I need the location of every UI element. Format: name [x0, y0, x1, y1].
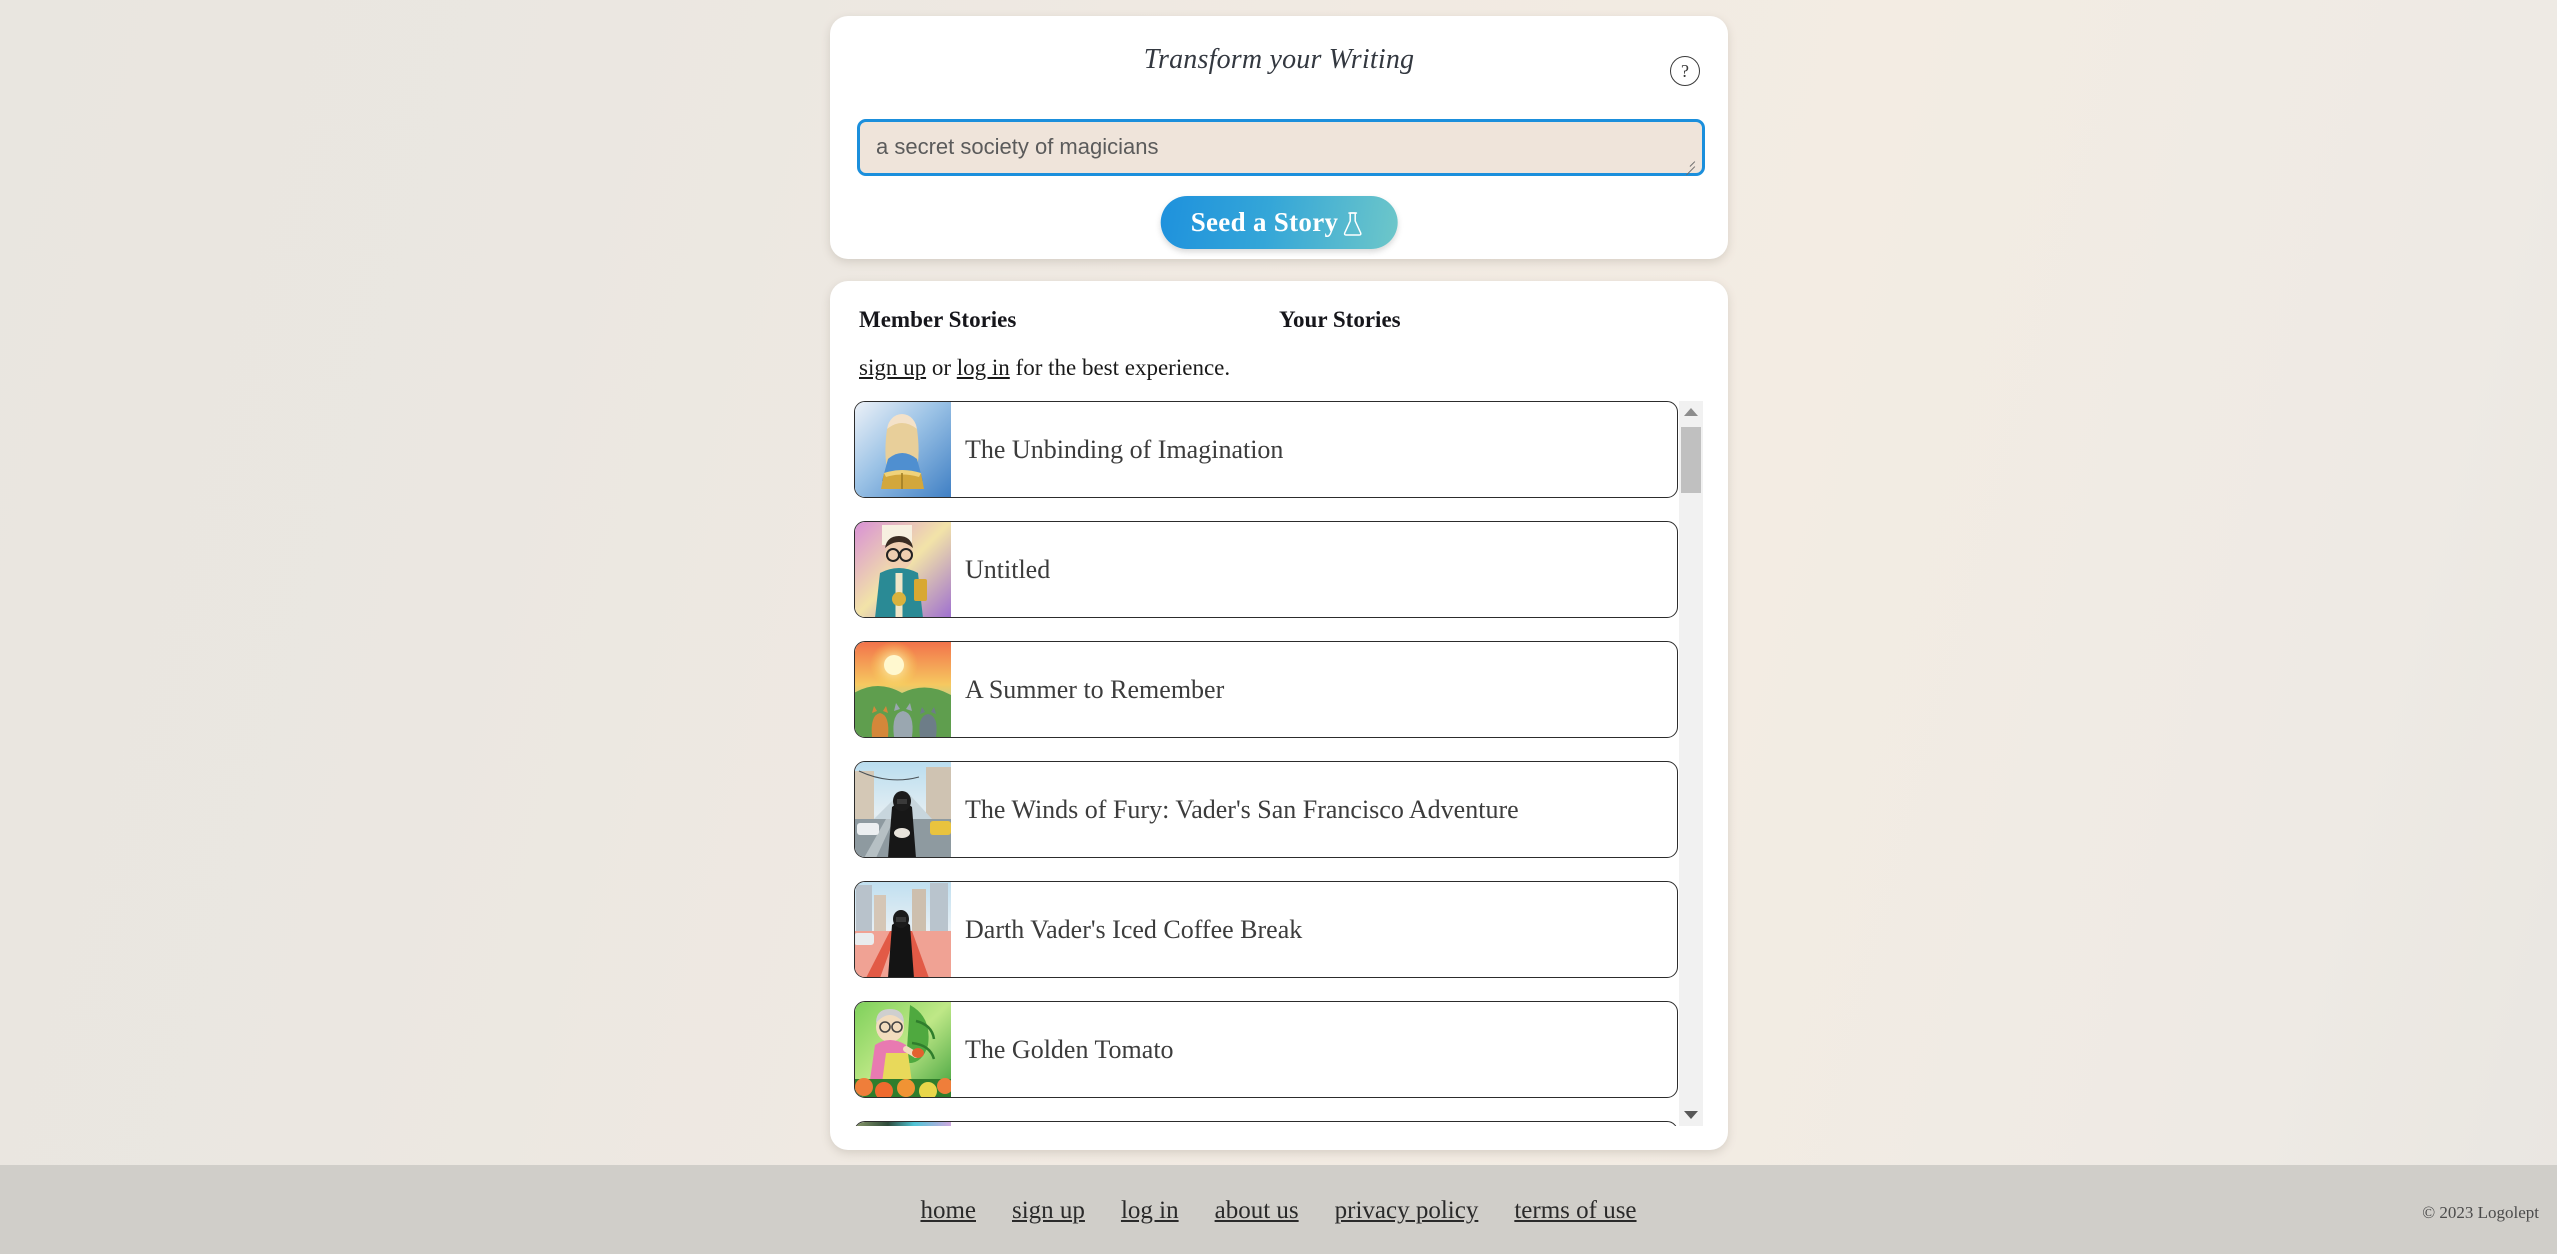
footer-link-log-in[interactable]: log in [1121, 1197, 1179, 1224]
story-title: The Golden Tomato [965, 1034, 1174, 1064]
footer-link-about-us[interactable]: about us [1215, 1197, 1299, 1224]
footer-links: home sign up log in about us privacy policy t… [0, 1197, 2557, 1225]
help-icon-glyph: ? [1681, 61, 1689, 81]
auth-tail: for the best experience. [1009, 355, 1231, 380]
story-title: Untitled [965, 554, 1051, 584]
auth-prompt: sign up or log in for the best experienc… [859, 355, 1230, 381]
stories-card: Member Stories Your Stories sign up or l… [830, 281, 1728, 1150]
story-row[interactable] [854, 1121, 1678, 1126]
scrollbar-thumb[interactable] [1681, 427, 1701, 493]
footer-link-sign-up[interactable]: sign up [1012, 1197, 1085, 1224]
story-row[interactable]: Untitled [854, 521, 1678, 618]
copyright-text: © 2023 Logolept [2422, 1203, 2539, 1222]
story-list: The Unbinding of Imagination Untitled A [854, 401, 1704, 1126]
story-row[interactable]: The Unbinding of Imagination [854, 401, 1678, 498]
seed-a-story-button[interactable]: Seed a Story [1160, 196, 1398, 249]
tab-your-stories[interactable]: Your Stories [1279, 307, 1401, 333]
prompt-input[interactable] [857, 119, 1705, 176]
story-thumbnail [855, 402, 951, 497]
page-root: Transform your Writing ? Seed a Story Me… [0, 0, 2557, 1165]
page-title: Transform your Writing [1143, 44, 1415, 75]
story-thumbnail [855, 522, 951, 617]
story-thumbnail [855, 1002, 951, 1097]
prompt-card: Transform your Writing ? Seed a Story [830, 16, 1728, 259]
seed-a-story-label: Seed a Story [1190, 207, 1339, 237]
auth-separator: or [926, 355, 957, 380]
story-title: The Unbinding of Imagination [965, 434, 1284, 464]
signup-link[interactable]: sign up [859, 355, 926, 380]
flask-icon [1341, 211, 1363, 237]
scroll-up-button[interactable] [1679, 401, 1703, 423]
story-list-scrollbar[interactable] [1679, 401, 1703, 1126]
story-row[interactable]: A Summer to Remember [854, 641, 1678, 738]
tab-member-stories[interactable]: Member Stories [859, 307, 1016, 333]
chevron-up-icon [1684, 408, 1698, 416]
story-list-viewport: The Unbinding of Imagination Untitled A [854, 401, 1680, 1126]
footer-link-privacy-policy[interactable]: privacy policy [1335, 1197, 1479, 1224]
story-title: Darth Vader's Iced Coffee Break [965, 914, 1303, 944]
story-thumbnail [855, 762, 951, 857]
help-icon[interactable]: ? [1670, 56, 1700, 86]
page-footer: home sign up log in about us privacy policy t… [0, 1165, 2557, 1254]
story-row[interactable]: The Winds of Fury: Vader's San Francisco… [854, 761, 1678, 858]
stories-tabs: Member Stories Your Stories [859, 307, 1699, 337]
story-title: The Winds of Fury: Vader's San Francisco… [965, 794, 1519, 824]
story-thumbnail [855, 1122, 951, 1126]
scroll-down-button[interactable] [1679, 1104, 1703, 1126]
story-row[interactable]: Darth Vader's Iced Coffee Break [854, 881, 1678, 978]
story-title: A Summer to Remember [965, 674, 1225, 704]
story-thumbnail [855, 642, 951, 737]
footer-link-terms-of-use[interactable]: terms of use [1514, 1197, 1636, 1224]
story-row[interactable]: The Golden Tomato [854, 1001, 1678, 1098]
chevron-down-icon [1684, 1111, 1698, 1119]
login-link[interactable]: log in [957, 355, 1010, 380]
story-thumbnail [855, 882, 951, 977]
footer-link-home[interactable]: home [920, 1197, 976, 1224]
